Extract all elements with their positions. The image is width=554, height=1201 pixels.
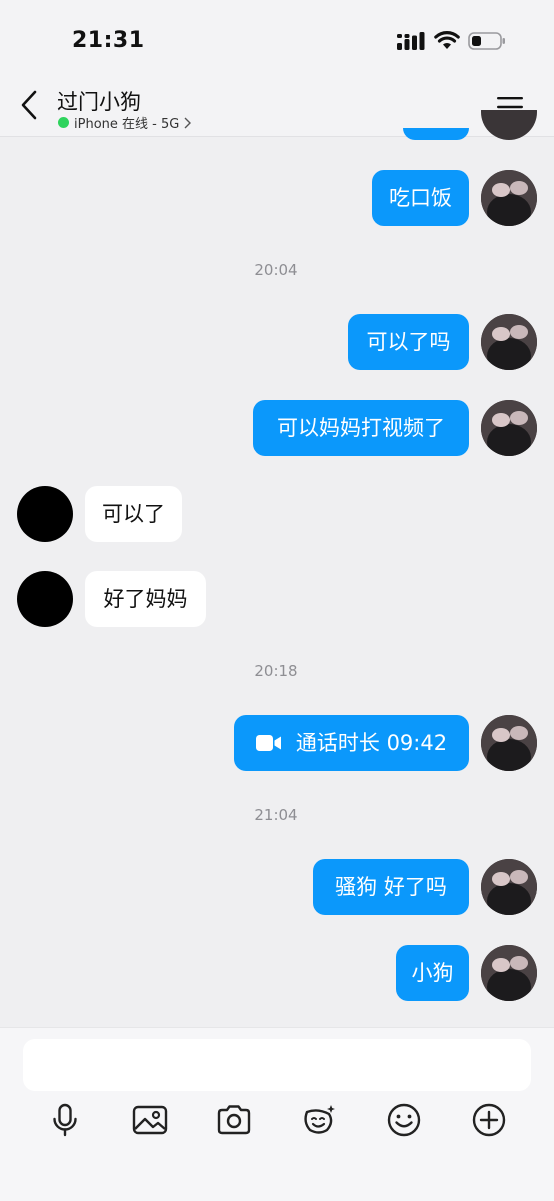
emoji-icon [387, 1103, 421, 1137]
message-bubble-incoming[interactable]: 好了妈妈 [85, 571, 206, 627]
battery-icon [468, 32, 505, 50]
status-bar: 21:31 [0, 0, 554, 80]
more-button[interactable] [471, 1102, 507, 1138]
sticker-button[interactable] [301, 1102, 337, 1138]
my-avatar[interactable] [481, 715, 537, 771]
chat-header: 过门小狗 iPhone 在线 - 5G [0, 80, 554, 137]
voice-button[interactable] [47, 1102, 83, 1138]
contact-name[interactable]: 过门小狗 [57, 86, 141, 116]
camera-button[interactable] [216, 1102, 252, 1138]
plus-icon [472, 1103, 506, 1137]
online-dot-icon [58, 117, 69, 128]
my-avatar[interactable] [481, 170, 537, 226]
my-avatar[interactable] [481, 859, 537, 915]
message-bubble-incoming[interactable]: 可以了 [85, 486, 182, 542]
cellular-signal-icon [397, 32, 425, 50]
presence-text: iPhone 在线 - 5G [74, 117, 180, 132]
message-input[interactable] [23, 1039, 531, 1091]
timestamp: 20:18 [254, 662, 298, 680]
video-call-icon [255, 735, 281, 751]
presence-status[interactable]: iPhone 在线 - 5G [58, 113, 192, 132]
call-record-bubble[interactable]: 通话时长 09:42 [234, 715, 469, 771]
message-bubble-outgoing[interactable]: 吃口饭 [372, 170, 469, 226]
message-bubble-outgoing[interactable]: 骚狗 好了吗 [313, 859, 469, 915]
contact-avatar[interactable] [17, 571, 73, 627]
microphone-icon [53, 1103, 77, 1137]
composer [0, 1027, 554, 1201]
my-avatar-partial [481, 110, 537, 140]
call-duration-text: 通话时长 09:42 [295, 731, 448, 755]
contact-avatar[interactable] [17, 486, 73, 542]
back-arrow-icon[interactable] [16, 88, 42, 122]
my-avatar[interactable] [481, 945, 537, 1001]
sticker-icon [304, 1105, 335, 1134]
timestamp: 20:04 [254, 261, 298, 279]
message-bubble-outgoing[interactable]: 小狗 [396, 945, 469, 1001]
chevron-right-icon [184, 117, 192, 128]
image-icon [132, 1105, 168, 1135]
wifi-icon [434, 31, 460, 49]
timestamp: 21:04 [254, 806, 298, 824]
emoji-button[interactable] [386, 1102, 422, 1138]
message-bubble-outgoing[interactable]: 可以了吗 [348, 314, 469, 370]
my-avatar[interactable] [481, 400, 537, 456]
partial-message-bubble[interactable] [403, 128, 469, 140]
status-time: 21:31 [72, 28, 145, 53]
photo-button[interactable] [132, 1102, 168, 1138]
camera-icon [217, 1105, 251, 1135]
message-bubble-outgoing[interactable]: 可以妈妈打视频了 [253, 400, 469, 456]
my-avatar[interactable] [481, 314, 537, 370]
